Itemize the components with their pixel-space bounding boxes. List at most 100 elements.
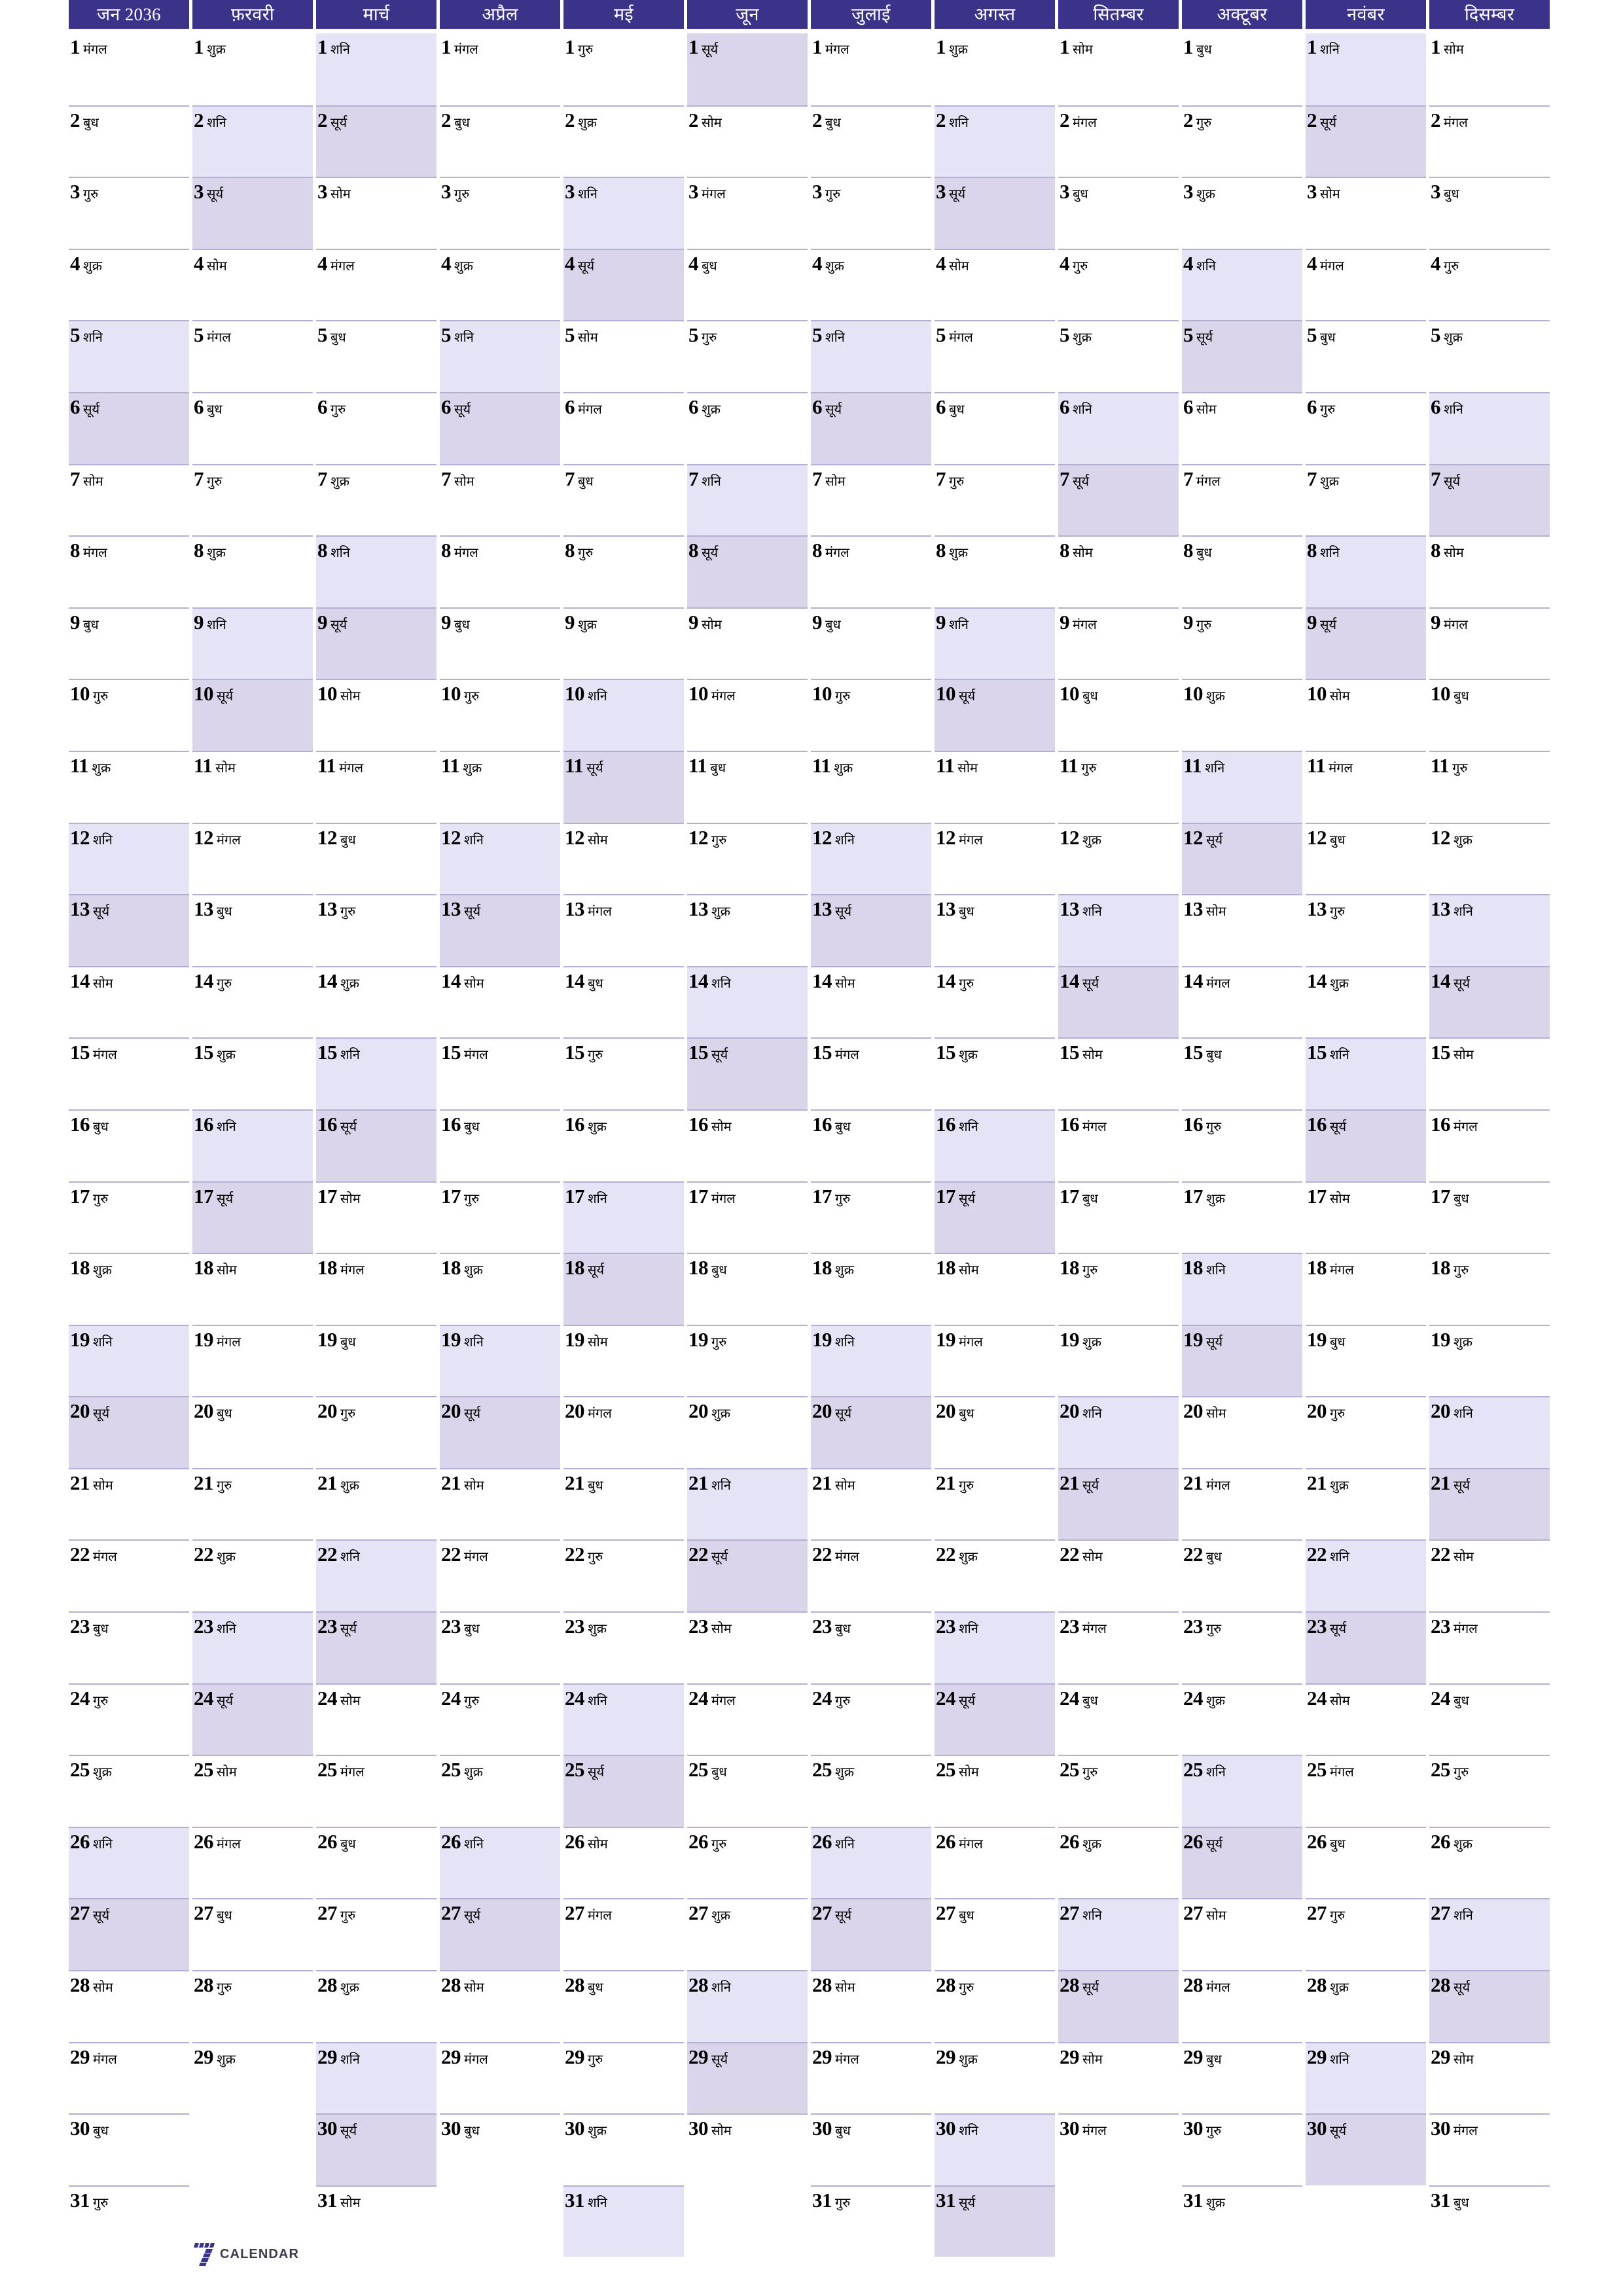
month-header[interactable]: अप्रैल bbox=[440, 0, 560, 29]
day-cell[interactable]: 28 शनि bbox=[687, 1970, 808, 2042]
day-cell[interactable]: 29 मंगल bbox=[811, 2041, 931, 2114]
day-cell[interactable]: 8 शनि bbox=[1306, 535, 1426, 607]
day-cell[interactable]: 28 गुरु bbox=[192, 1970, 313, 2042]
day-cell[interactable]: 29 शुक्र bbox=[192, 2041, 313, 2114]
day-cell[interactable]: 11 गुरु bbox=[1429, 750, 1550, 823]
day-cell[interactable]: 23 सूर्य bbox=[316, 1611, 437, 1683]
day-cell[interactable]: 30 शुक्र bbox=[563, 2113, 684, 2185]
day-cell[interactable]: 20 मंगल bbox=[563, 1396, 684, 1468]
day-cell[interactable]: 13 शनि bbox=[1429, 894, 1550, 966]
day-cell[interactable]: 16 शनि bbox=[192, 1109, 313, 1181]
day-cell[interactable]: 18 बुध bbox=[687, 1253, 808, 1325]
day-cell[interactable]: 13 बुध bbox=[192, 894, 313, 966]
day-cell[interactable]: 27 बुध bbox=[935, 1898, 1055, 1971]
day-cell[interactable]: 12 शुक्र bbox=[1058, 822, 1179, 895]
day-cell[interactable]: 25 शुक्र bbox=[811, 1755, 931, 1827]
day-cell[interactable]: 28 सूर्य bbox=[1429, 1970, 1550, 2042]
day-cell[interactable]: 23 बुध bbox=[811, 1611, 931, 1683]
day-cell[interactable]: 3 गुरु bbox=[811, 177, 931, 249]
day-cell[interactable]: 4 शुक्र bbox=[69, 248, 189, 321]
day-cell[interactable]: 25 गुरु bbox=[1429, 1755, 1550, 1827]
day-cell[interactable]: 23 सूर्य bbox=[1306, 1611, 1426, 1683]
day-cell[interactable]: 10 सोम bbox=[1306, 679, 1426, 751]
day-cell[interactable]: 9 बुध bbox=[440, 607, 560, 679]
day-cell[interactable]: 6 सूर्य bbox=[69, 391, 189, 464]
day-cell[interactable]: 13 गुरु bbox=[316, 894, 437, 966]
day-cell[interactable]: 11 शनि bbox=[1182, 750, 1302, 823]
day-cell[interactable]: 15 सोम bbox=[1429, 1037, 1550, 1109]
day-cell[interactable]: 20 बुध bbox=[192, 1396, 313, 1468]
day-cell[interactable]: 25 बुध bbox=[687, 1755, 808, 1827]
day-cell[interactable]: 19 गुरु bbox=[687, 1324, 808, 1397]
day-cell[interactable]: 12 शनि bbox=[69, 822, 189, 895]
day-cell[interactable]: 27 शुक्र bbox=[687, 1898, 808, 1971]
day-cell[interactable]: 12 शुक्र bbox=[1429, 822, 1550, 895]
day-cell[interactable]: 17 शनि bbox=[563, 1181, 684, 1253]
day-cell[interactable]: 29 गुरु bbox=[563, 2041, 684, 2114]
day-cell[interactable]: 29 सोम bbox=[1429, 2041, 1550, 2114]
day-cell[interactable]: 9 गुरु bbox=[1182, 607, 1302, 679]
day-cell[interactable]: 14 शुक्र bbox=[1306, 965, 1426, 1038]
day-cell[interactable]: 24 गुरु bbox=[69, 1683, 189, 1755]
day-cell[interactable]: 2 शुक्र bbox=[563, 105, 684, 177]
day-cell[interactable]: 23 गुरु bbox=[1182, 1611, 1302, 1683]
day-cell[interactable]: 16 सोम bbox=[687, 1109, 808, 1181]
day-cell[interactable]: 19 शनि bbox=[811, 1324, 931, 1397]
day-cell[interactable]: 30 मंगल bbox=[1058, 2113, 1179, 2185]
day-cell[interactable]: 8 सोम bbox=[1429, 535, 1550, 607]
day-cell[interactable]: 30 शनि bbox=[935, 2113, 1055, 2185]
day-cell[interactable]: 22 सोम bbox=[1429, 1539, 1550, 1612]
day-cell[interactable]: 31 सोम bbox=[316, 2185, 437, 2257]
day-cell[interactable]: 14 गुरु bbox=[935, 965, 1055, 1038]
day-cell[interactable]: 26 सूर्य bbox=[1182, 1826, 1302, 1899]
day-cell[interactable]: 14 सोम bbox=[811, 965, 931, 1038]
day-cell[interactable]: 18 सूर्य bbox=[563, 1253, 684, 1325]
day-cell[interactable]: 1 बुध bbox=[1182, 33, 1302, 105]
day-cell[interactable]: 28 सूर्य bbox=[1058, 1970, 1179, 2042]
day-cell[interactable]: 21 सोम bbox=[811, 1467, 931, 1540]
day-cell[interactable]: 25 सूर्य bbox=[563, 1755, 684, 1827]
day-cell[interactable]: 2 मंगल bbox=[1429, 105, 1550, 177]
day-cell[interactable]: 19 बुध bbox=[1306, 1324, 1426, 1397]
day-cell[interactable]: 29 सूर्य bbox=[687, 2041, 808, 2114]
day-cell[interactable]: 17 बुध bbox=[1058, 1181, 1179, 1253]
day-cell[interactable]: 15 शनि bbox=[1306, 1037, 1426, 1109]
day-cell[interactable]: 25 सोम bbox=[935, 1755, 1055, 1827]
day-cell[interactable]: 16 शुक्र bbox=[563, 1109, 684, 1181]
day-cell[interactable]: 13 शनि bbox=[1058, 894, 1179, 966]
day-cell[interactable]: 10 मंगल bbox=[687, 679, 808, 751]
day-cell[interactable]: 1 शनि bbox=[1306, 33, 1426, 105]
day-cell[interactable]: 20 गुरु bbox=[316, 1396, 437, 1468]
day-cell[interactable]: 17 बुध bbox=[1429, 1181, 1550, 1253]
month-header[interactable]: जुलाई bbox=[811, 0, 931, 29]
day-cell[interactable]: 29 मंगल bbox=[69, 2041, 189, 2114]
day-cell[interactable]: 31 शुक्र bbox=[1182, 2185, 1302, 2257]
day-cell[interactable]: 21 सोम bbox=[440, 1467, 560, 1540]
day-cell[interactable]: 25 शुक्र bbox=[69, 1755, 189, 1827]
day-cell[interactable]: 26 शनि bbox=[69, 1826, 189, 1899]
day-cell[interactable]: 10 शुक्र bbox=[1182, 679, 1302, 751]
day-cell[interactable]: 3 मंगल bbox=[687, 177, 808, 249]
day-cell[interactable]: 2 शनि bbox=[935, 105, 1055, 177]
month-header[interactable]: मई bbox=[563, 0, 684, 29]
day-cell[interactable]: 8 सोम bbox=[1058, 535, 1179, 607]
day-cell[interactable]: 27 शनि bbox=[1429, 1898, 1550, 1971]
day-cell[interactable]: 6 मंगल bbox=[563, 391, 684, 464]
day-cell[interactable]: 8 बुध bbox=[1182, 535, 1302, 607]
day-cell[interactable]: 26 शुक्र bbox=[1429, 1826, 1550, 1899]
day-cell[interactable]: 9 सूर्य bbox=[316, 607, 437, 679]
day-cell[interactable]: 19 सूर्य bbox=[1182, 1324, 1302, 1397]
day-cell[interactable]: 25 मंगल bbox=[316, 1755, 437, 1827]
day-cell[interactable]: 30 गुरु bbox=[1182, 2113, 1302, 2185]
day-cell[interactable]: 31 गुरु bbox=[811, 2185, 931, 2257]
month-header[interactable]: फ़रवरी bbox=[192, 0, 313, 29]
day-cell[interactable]: 4 बुध bbox=[687, 248, 808, 321]
day-cell[interactable]: 23 मंगल bbox=[1058, 1611, 1179, 1683]
day-cell[interactable]: 19 शुक्र bbox=[1058, 1324, 1179, 1397]
month-header[interactable]: अगस्त bbox=[935, 0, 1055, 29]
day-cell[interactable]: 3 सूर्य bbox=[192, 177, 313, 249]
day-cell[interactable]: 30 बुध bbox=[440, 2113, 560, 2185]
day-cell[interactable]: 5 मंगल bbox=[192, 320, 313, 392]
day-cell[interactable]: 1 गुरु bbox=[563, 33, 684, 105]
day-cell[interactable]: 23 बुध bbox=[69, 1611, 189, 1683]
